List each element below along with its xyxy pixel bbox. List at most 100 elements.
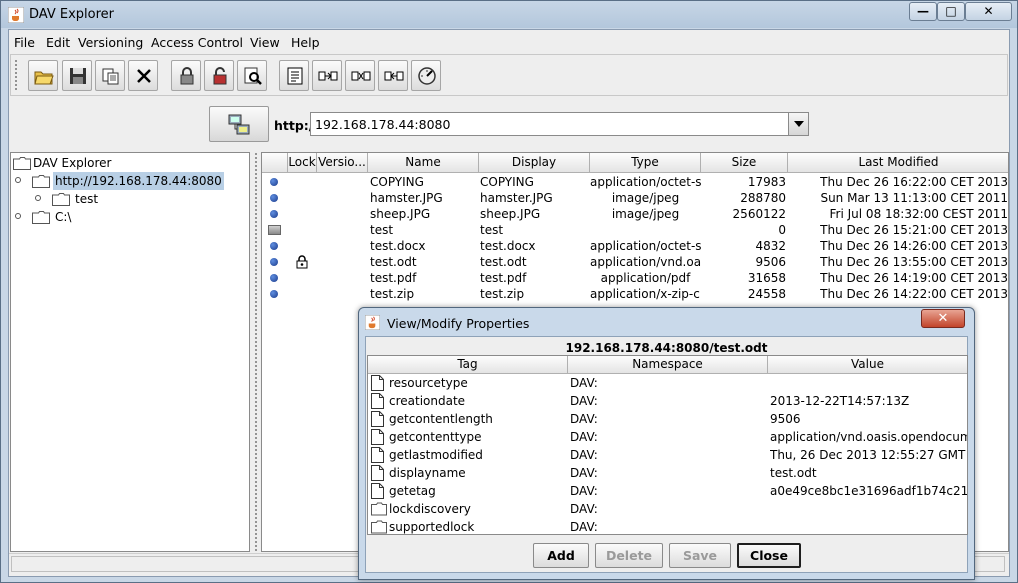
connect-button[interactable] [411, 60, 441, 91]
file-type: application/pdf [600, 271, 691, 285]
add-button[interactable]: Add [533, 543, 589, 568]
column-header-last-modified[interactable]: Last Modified [788, 153, 1008, 173]
toolbar-grip[interactable] [14, 59, 18, 91]
tree-node-label: test [75, 192, 99, 206]
tree-node-label: http://192.168.178.44:8080 [53, 172, 224, 190]
table-row[interactable]: getetag DAV: a0e49ce8bc1e31696adf1b74c21… [368, 482, 967, 500]
file-display: test.docx [480, 239, 536, 253]
file-icon [270, 274, 278, 282]
maximize-button[interactable]: □ [937, 2, 965, 21]
table-row[interactable]: test test 0 Thu Dec 26 15:21:00 CET 2013 [262, 222, 1008, 238]
column-header-version[interactable]: Versio... [317, 153, 368, 173]
file-size: 288780 [740, 191, 786, 205]
checkin-button[interactable] [312, 60, 342, 91]
lock-icon [296, 255, 308, 269]
menu-view[interactable]: View [250, 35, 280, 50]
unlock-button[interactable] [204, 60, 234, 91]
table-row[interactable]: test.docx test.docx application/octet-s.… [262, 238, 1008, 254]
view-properties-button[interactable] [237, 60, 267, 91]
menu-bar: File Edit Versioning Access Control View… [9, 30, 1009, 54]
table-row[interactable]: resourcetype DAV: [368, 374, 967, 392]
table-row[interactable]: displayname DAV: test.odt [368, 464, 967, 482]
table-row[interactable]: hamster.JPG hamster.JPG image/jpeg 28878… [262, 190, 1008, 206]
column-header-icon[interactable] [262, 153, 288, 173]
document-icon [371, 429, 384, 445]
expand-handle[interactable] [15, 213, 21, 219]
uncheckout-button[interactable] [378, 60, 408, 91]
table-row[interactable]: getlastmodified DAV: Thu, 26 Dec 2013 12… [368, 446, 967, 464]
save-button[interactable] [62, 60, 92, 91]
dialog-close-icon[interactable]: ✕ [921, 309, 965, 328]
folder-icon [52, 193, 70, 206]
close-dialog-button[interactable]: Close [737, 543, 801, 568]
table-row[interactable]: test.odt test.odt application/vnd.oa... … [262, 254, 1008, 270]
table-row[interactable]: getcontenttype DAV: application/vnd.oasi… [368, 428, 967, 446]
table-row[interactable]: sheep.JPG sheep.JPG image/jpeg 2560122 F… [262, 206, 1008, 222]
url-input[interactable] [313, 115, 783, 133]
file-modified: Thu Dec 26 16:22:00 CET 2013 [820, 175, 1008, 189]
column-header-lock[interactable]: Lock [288, 153, 317, 173]
table-row[interactable]: test.pdf test.pdf application/pdf 31658 … [262, 270, 1008, 286]
file-modified: Thu Dec 26 14:22:00 CET 2013 [820, 287, 1008, 301]
version-report-button[interactable] [279, 60, 309, 91]
column-header-tag[interactable]: Tag [368, 356, 568, 374]
checkout-button[interactable] [345, 60, 375, 91]
tree-node-label: C:\ [55, 210, 72, 224]
save-property-button[interactable]: Save [669, 543, 731, 568]
expand-handle[interactable] [35, 195, 41, 201]
delete-property-button[interactable]: Delete [595, 543, 663, 568]
menu-versioning[interactable]: Versioning [78, 35, 143, 50]
table-row[interactable]: supportedlock DAV: [368, 518, 967, 534]
copy-button[interactable] [95, 60, 125, 91]
menu-file[interactable]: File [14, 35, 35, 50]
splitter[interactable] [253, 152, 259, 552]
file-display: hamster.JPG [480, 191, 553, 205]
menu-edit[interactable]: Edit [46, 35, 70, 50]
column-header-value[interactable]: Value [768, 356, 967, 374]
file-type: image/jpeg [611, 207, 680, 221]
column-header-display[interactable]: Display [479, 153, 590, 173]
column-header-type[interactable]: Type [590, 153, 701, 173]
menu-help[interactable]: Help [291, 35, 320, 50]
menu-access-control[interactable]: Access Control [151, 35, 243, 50]
file-name: test.pdf [370, 271, 417, 285]
prop-tag: getcontenttype [389, 430, 482, 444]
table-row[interactable]: lockdiscovery DAV: [368, 500, 967, 518]
lock-button[interactable] [171, 60, 201, 91]
close-window-button[interactable]: ✕ [965, 2, 1012, 21]
expand-handle[interactable] [15, 177, 21, 183]
prop-tag: supportedlock [389, 520, 475, 534]
open-button[interactable] [28, 60, 58, 91]
dialog-title: View/Modify Properties [387, 316, 530, 331]
file-display: sheep.JPG [480, 207, 541, 221]
prop-namespace: DAV: [570, 502, 598, 516]
url-combobox[interactable] [310, 112, 809, 136]
file-display: test.odt [480, 255, 527, 269]
column-header-name[interactable]: Name [368, 153, 479, 173]
directory-tree[interactable]: DAV Explorer http://192.168.178.44:8080 … [10, 152, 250, 552]
file-modified: Thu Dec 26 13:55:00 CET 2013 [820, 255, 1008, 269]
document-icon [371, 411, 384, 427]
toolbar [10, 54, 1008, 96]
unlock-icon [213, 67, 227, 85]
file-type: application/vnd.oa... [590, 255, 701, 269]
title-bar[interactable]: DAV Explorer — □ ✕ [1, 1, 1017, 28]
document-icon [371, 393, 384, 409]
minimize-button[interactable]: — [909, 2, 937, 21]
file-size: 4832 [755, 239, 786, 253]
column-header-size[interactable]: Size [701, 153, 788, 173]
column-header-namespace[interactable]: Namespace [568, 356, 768, 374]
url-dropdown-arrow[interactable] [788, 113, 808, 135]
table-row[interactable]: getcontentlength DAV: 9506 [368, 410, 967, 428]
table-row[interactable]: COPYING COPYING application/octet-s... 1… [262, 174, 1008, 190]
table-row[interactable]: test.zip test.zip application/x-zip-c...… [262, 286, 1008, 302]
dialog-title-bar[interactable]: View/Modify Properties ✕ [359, 308, 974, 336]
connect-server-button[interactable] [209, 106, 269, 142]
java-cup-icon [8, 7, 24, 23]
properties-table[interactable]: Tag Namespace Value resourcetype DAV: cr… [367, 355, 968, 535]
file-size: 17983 [747, 175, 786, 189]
table-row[interactable]: creationdate DAV: 2013-12-22T14:57:13Z [368, 392, 967, 410]
delete-button[interactable] [128, 60, 158, 91]
file-size: 31658 [747, 271, 786, 285]
folder-icon [371, 502, 387, 516]
